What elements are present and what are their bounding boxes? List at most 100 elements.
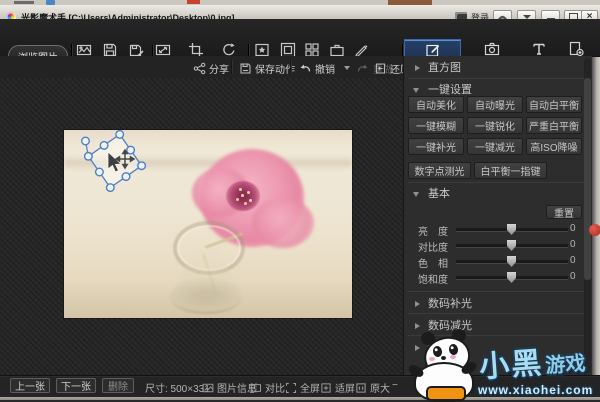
high-iso-denoise-label: 高ISO降噪 [530, 143, 578, 154]
fit-screen-label: 适屏 [335, 384, 355, 395]
window-frame-right [592, 19, 600, 396]
slider-saturation: 饱和度 0 [404, 270, 586, 286]
rotation-handle[interactable] [80, 136, 90, 146]
onekey-dimlight-button[interactable]: 一键减光 [467, 138, 523, 155]
slider-contrast-value: 0 [570, 239, 576, 250]
onekey-filllight-label: 一键补光 [416, 143, 456, 154]
chevron-down-icon [413, 192, 419, 197]
original-size-button[interactable]: 原大 [355, 380, 390, 395]
slider-contrast-track[interactable] [456, 240, 568, 251]
section-digital-filllight[interactable]: 数码补光 [404, 295, 586, 313]
original-size-label: 原大 [370, 384, 390, 395]
next-image-button[interactable]: 下一张 [56, 378, 96, 393]
panel-divider [408, 78, 584, 79]
fullscreen-label: 全屏 [300, 384, 320, 395]
chevron-down-icon [413, 88, 419, 93]
digital-spot-metering-button[interactable]: 数字点测光 [408, 162, 471, 179]
undo-label: 撤销 [315, 65, 335, 76]
slider-contrast-handle[interactable] [507, 240, 516, 251]
auto-beautify-button[interactable]: 自动美化 [408, 96, 464, 113]
auto-beautify-label: 自动美化 [416, 101, 456, 112]
onekey-filllight-button[interactable]: 一键补光 [408, 138, 464, 155]
chevron-right-icon [415, 323, 420, 329]
whitebalance-onetouch-label: 白平衡一指键 [480, 167, 541, 178]
slider-hue-label: 色 相 [418, 259, 448, 270]
flower-petals [252, 198, 314, 248]
panel-scrollbar[interactable] [584, 58, 591, 373]
section-clarity-label: 清晰度 [428, 342, 461, 354]
chevron-right-icon [415, 65, 420, 71]
fit-screen-button[interactable]: 适屏 [320, 380, 355, 395]
menu-icon [522, 14, 531, 19]
slider-brightness-track[interactable] [456, 224, 568, 235]
onekey-sharpen-label: 一键锐化 [475, 122, 515, 133]
selection-marquee[interactable] [72, 118, 156, 202]
section-digital-dimlight[interactable]: 数码减光 [404, 317, 586, 335]
save-action-label: 保存动作 [255, 65, 295, 76]
panel-scrollbar-thumb[interactable] [584, 78, 591, 280]
section-histogram-label: 直方图 [428, 62, 461, 74]
share-button[interactable]: 分享 [193, 61, 229, 76]
restore-icon [375, 63, 386, 74]
text-T-icon [533, 43, 545, 55]
section-basic-label: 基本 [428, 188, 450, 200]
share-icon [193, 62, 206, 75]
slider-hue-handle[interactable] [507, 256, 516, 267]
save-action-button[interactable]: 保存动作 [239, 61, 295, 76]
slider-hue-track[interactable] [456, 256, 568, 267]
section-clarity[interactable]: 清晰度 [404, 339, 586, 357]
delete-image-button[interactable]: 删除 [102, 378, 134, 393]
onekey-sharpen-button[interactable]: 一键锐化 [467, 117, 523, 134]
section-basic[interactable]: 基本 [404, 185, 586, 203]
onekey-blur-button[interactable]: 一键模糊 [408, 117, 464, 134]
undo-dropdown-caret[interactable] [344, 66, 350, 70]
severe-whitebalance-button[interactable]: 严重白平衡 [526, 117, 582, 134]
photo-bottom-shade [64, 280, 352, 318]
chevron-right-icon [415, 345, 420, 351]
reset-button[interactable]: 重置 [546, 205, 582, 220]
onekey-dimlight-label: 一键减光 [475, 143, 515, 154]
undo-button[interactable]: 撤销 [298, 61, 335, 76]
slider-contrast-label: 对比度 [418, 243, 448, 254]
slider-contrast: 对比度 0 [404, 238, 586, 254]
camera-icon [484, 42, 500, 56]
panel-divider [408, 291, 584, 292]
onekey-blur-label: 一键模糊 [416, 122, 456, 133]
fit-screen-icon [321, 382, 331, 393]
fullscreen-icon [285, 382, 297, 393]
background-window-text-fragment [14, 1, 34, 4]
image-info-button[interactable]: 图片信息 [202, 380, 257, 395]
delete-image-label: 删除 [108, 382, 128, 393]
slider-saturation-handle[interactable] [507, 272, 516, 283]
section-digital-filllight-label: 数码补光 [428, 298, 472, 310]
image-size-readout: 尺寸: 500×331 [145, 380, 210, 395]
severe-whitebalance-label: 严重白平衡 [529, 122, 579, 133]
compare-label: 对比 [265, 384, 285, 395]
slider-brightness: 亮 度 0 [404, 222, 586, 238]
slider-brightness-handle[interactable] [507, 224, 516, 235]
high-iso-denoise-button[interactable]: 高ISO降噪 [526, 138, 582, 155]
prev-image-button[interactable]: 上一张 [10, 378, 50, 393]
slider-brightness-label: 亮 度 [418, 227, 448, 238]
action-separator [290, 60, 291, 74]
slider-saturation-value: 0 [570, 271, 576, 282]
section-histogram[interactable]: 直方图 [404, 59, 586, 77]
slider-brightness-value: 0 [570, 223, 576, 234]
auto-whitebalance-button[interactable]: 自动白平衡 [526, 96, 582, 113]
zoom-out-button[interactable]: − [392, 380, 398, 391]
whitebalance-onetouch-button[interactable]: 白平衡一指键 [474, 162, 547, 179]
main-toolbar: 浏览图片 打开 保存 另存 尺寸 裁剪 旋转 素材 [0, 19, 600, 74]
section-digital-dimlight-label: 数码减光 [428, 320, 472, 332]
panel-divider [408, 313, 584, 314]
slider-hue: 色 相 0 [404, 254, 586, 270]
compare-button[interactable]: 对比 [250, 380, 285, 395]
auto-exposure-button[interactable]: 自动曝光 [467, 96, 523, 113]
image-size-label: 尺寸: 500×331 [145, 384, 210, 395]
fullscreen-button[interactable]: 全屏 [285, 380, 320, 395]
panel-divider [408, 182, 584, 183]
reset-label: 重置 [554, 208, 574, 220]
digital-spot-metering-label: 数字点测光 [414, 167, 465, 178]
slider-saturation-track[interactable] [456, 272, 568, 283]
slider-saturation-label: 饱和度 [418, 275, 448, 286]
original-size-icon [356, 382, 366, 393]
